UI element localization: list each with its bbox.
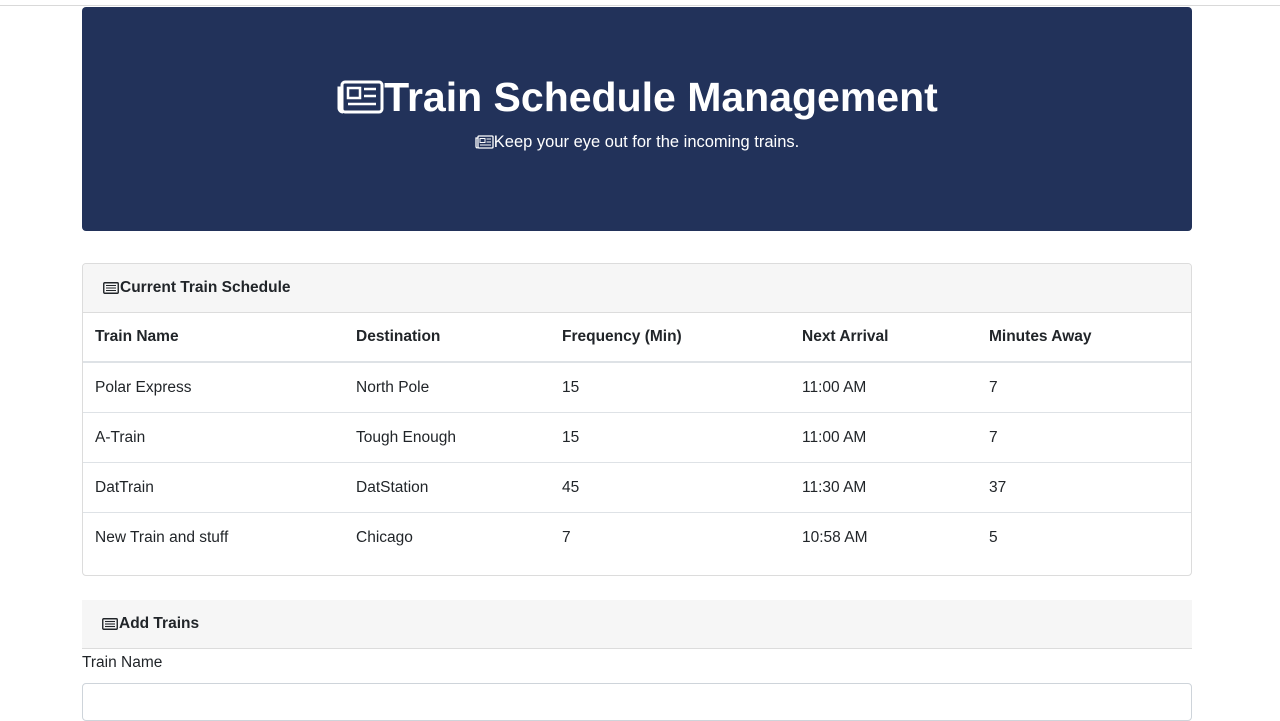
cell-next-arrival: 10:58 AM bbox=[802, 528, 868, 546]
cell-train-name: Polar Express bbox=[83, 362, 344, 413]
column-header-frequency: Frequency (Min) bbox=[550, 313, 790, 363]
main-container: Train Schedule Management Keep your eye … bbox=[82, 7, 1192, 721]
add-trains-header: Add Trains bbox=[82, 600, 1192, 649]
list-icon bbox=[103, 282, 119, 294]
cell-frequency: 45 bbox=[550, 462, 790, 513]
cell-destination: Tough Enough bbox=[344, 412, 550, 463]
schedule-card-header: Current Train Schedule bbox=[83, 264, 1191, 313]
page-subtitle-row: Keep your eye out for the incoming train… bbox=[82, 131, 1192, 153]
cell-frequency: 15 bbox=[550, 412, 790, 463]
top-divider bbox=[0, 0, 1280, 6]
cell-train-name: DatTrain bbox=[83, 462, 344, 513]
table-header-row: Train Name Destination Frequency (Min) N… bbox=[83, 313, 1191, 363]
page-subtitle: Keep your eye out for the incoming train… bbox=[493, 133, 800, 151]
cell-next-arrival: 11:30 AM bbox=[790, 462, 977, 513]
cell-minutes-away: 7 bbox=[977, 362, 1191, 413]
train-name-input[interactable] bbox=[82, 683, 1192, 721]
cell-frequency: 7 bbox=[562, 528, 571, 546]
cell-train-name: New Train and stuff bbox=[95, 528, 229, 546]
cell-train-name: A-Train bbox=[83, 412, 344, 463]
table-row: A-Train Tough Enough 15 11:00 AM 7 bbox=[83, 412, 1191, 463]
cell-minutes-away: 5 bbox=[989, 528, 998, 546]
header-banner: Train Schedule Management Keep your eye … bbox=[82, 7, 1192, 231]
cell-destination: North Pole bbox=[344, 362, 550, 413]
table-row: Polar Express North Pole 15 11:00 AM 7 bbox=[83, 362, 1191, 413]
cell-minutes-away: 7 bbox=[977, 412, 1191, 463]
cell-minutes-away: 37 bbox=[977, 462, 1191, 513]
cell-destination: Chicago bbox=[356, 528, 413, 546]
column-header-next-arrival: Next Arrival bbox=[790, 313, 977, 363]
cell-destination: DatStation bbox=[344, 462, 550, 513]
column-header-minutes-away: Minutes Away bbox=[977, 313, 1191, 363]
train-name-label: Train Name bbox=[82, 654, 163, 671]
table-row: New Train and stuff Chicago 7 10:58 AM 5 bbox=[83, 513, 1191, 563]
schedule-table: Train Name Destination Frequency (Min) N… bbox=[83, 313, 1191, 562]
column-header-train-name: Train Name bbox=[83, 313, 344, 363]
table-row: DatTrain DatStation 45 11:30 AM 37 bbox=[83, 462, 1191, 513]
cell-next-arrival: 11:00 AM bbox=[790, 412, 977, 463]
newspaper-icon bbox=[336, 80, 384, 114]
page-title: Train Schedule Management bbox=[384, 74, 938, 120]
cell-next-arrival: 11:00 AM bbox=[790, 362, 977, 413]
newspaper-icon bbox=[475, 135, 494, 149]
page-title-row: Train Schedule Management bbox=[82, 7, 1192, 121]
cell-frequency: 15 bbox=[550, 362, 790, 413]
column-header-destination: Destination bbox=[344, 313, 550, 363]
add-trains-heading: Add Trains bbox=[119, 615, 200, 632]
schedule-card: Current Train Schedule Train Name Destin… bbox=[82, 263, 1192, 576]
list-icon bbox=[102, 618, 118, 630]
schedule-heading: Current Train Schedule bbox=[120, 279, 291, 296]
